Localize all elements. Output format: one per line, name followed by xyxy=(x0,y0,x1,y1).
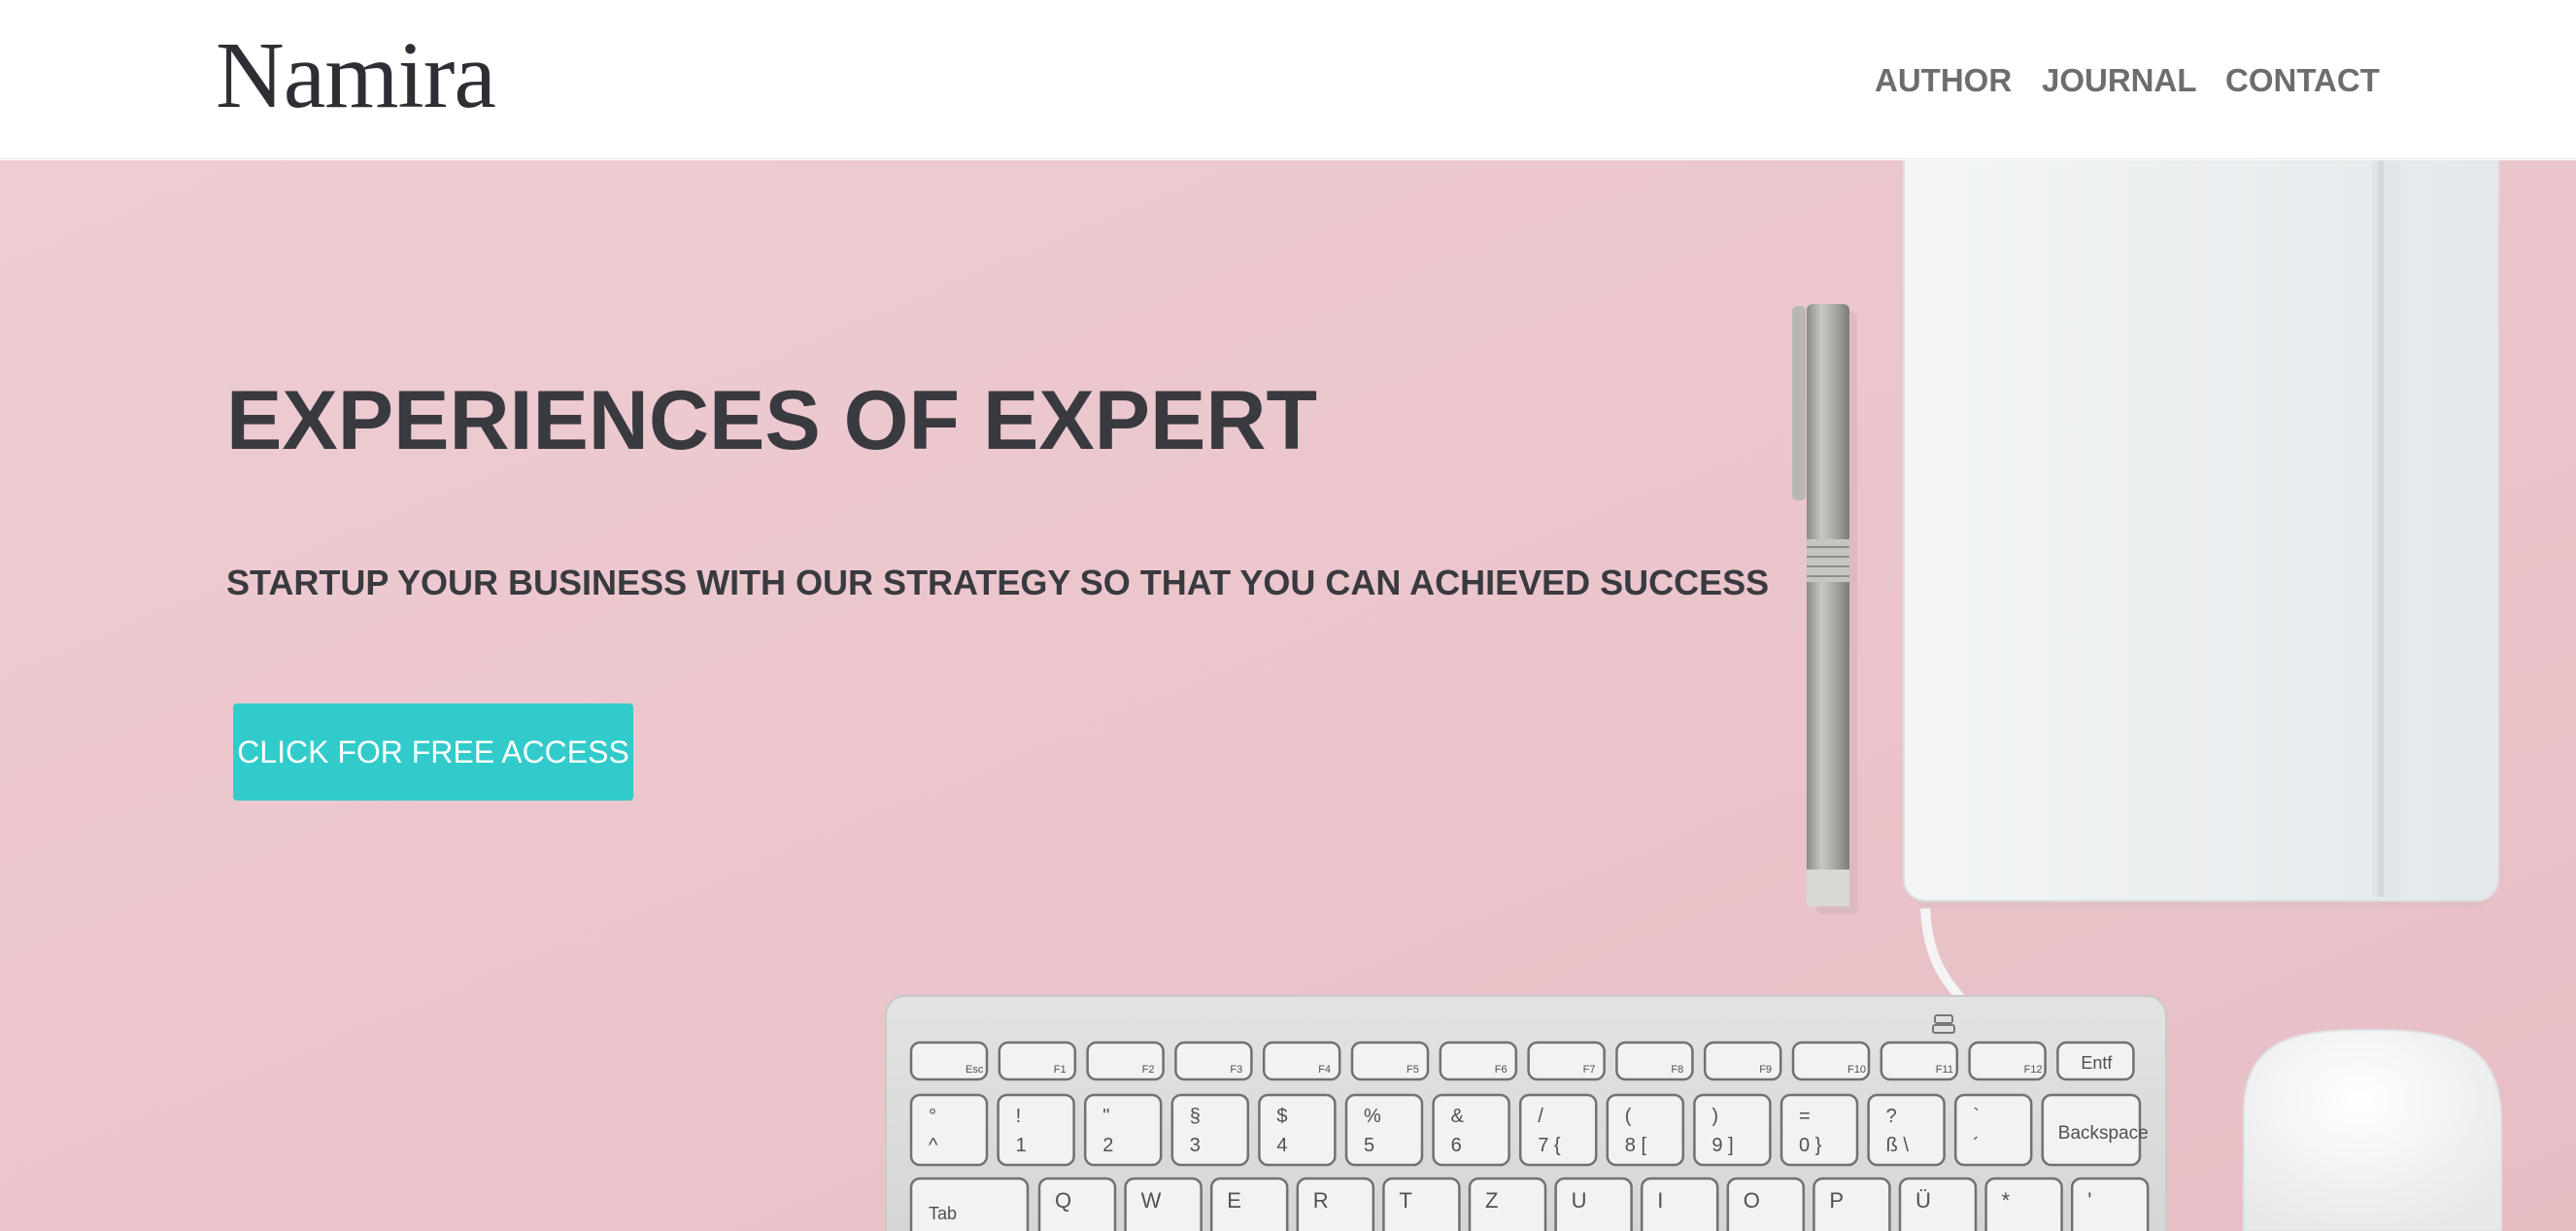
key-label: 3 xyxy=(1190,1135,1201,1156)
site-logo[interactable]: Namira xyxy=(216,17,496,134)
key-label: ^ xyxy=(929,1135,938,1156)
key-label: $ xyxy=(1276,1106,1287,1127)
key-label: ? xyxy=(1886,1106,1897,1127)
key-letter xyxy=(1554,1177,1633,1231)
key-number xyxy=(997,1093,1075,1167)
key-label: 4 xyxy=(1276,1135,1287,1156)
key-letter xyxy=(1726,1177,1806,1231)
key-label: 5 xyxy=(1364,1135,1374,1156)
hero-title: EXPERIENCES OF EXPERT xyxy=(226,374,1318,467)
free-access-button[interactable]: CLICK FOR FREE ACCESS xyxy=(233,703,633,801)
key-label: Ü xyxy=(1915,1188,1931,1213)
key-letter xyxy=(1037,1177,1117,1231)
key-number xyxy=(1083,1093,1163,1167)
nav-link-contact[interactable]: CONTACT xyxy=(2225,56,2380,105)
key-label: F4 xyxy=(1318,1064,1331,1076)
key-letter xyxy=(1382,1177,1461,1231)
mouse-illustration xyxy=(2243,1028,2502,1231)
key-label: ß \ xyxy=(1886,1135,1910,1156)
key-letter xyxy=(1640,1177,1719,1231)
key-label: F2 xyxy=(1142,1064,1155,1076)
hero-subtitle: STARTUP YOUR BUSINESS WITH OUR STRATEGY … xyxy=(226,563,1770,602)
hero-section: Esc F1 F2 F3 F4 F5 F6 F7 F8 F9 F10 F11 F12 Entf ° ^! 1 " 2… xyxy=(0,160,2576,1231)
key-label: F5 xyxy=(1407,1064,1419,1076)
key-label: F1 xyxy=(1054,1064,1067,1076)
key-label: Entf xyxy=(2081,1053,2113,1073)
key-number xyxy=(1432,1093,1510,1167)
key-number xyxy=(1953,1093,2033,1167)
key-label: Backspace xyxy=(2058,1123,2149,1144)
key-label: Tab xyxy=(929,1204,957,1223)
nav-link-journal[interactable]: JOURNAL xyxy=(2042,56,2197,105)
key-label: Q xyxy=(1055,1188,1071,1213)
key-label: T xyxy=(1399,1188,1411,1213)
key-label: E xyxy=(1227,1188,1241,1213)
key-letter xyxy=(1468,1177,1547,1231)
key-label: O xyxy=(1744,1188,1760,1213)
key-label: 7 { xyxy=(1538,1135,1561,1156)
key-label: 9 ] xyxy=(1712,1135,1733,1156)
key-label: P xyxy=(1829,1188,1844,1213)
key-letter xyxy=(2070,1177,2150,1231)
key-label: R xyxy=(1313,1188,1329,1213)
key-number xyxy=(1344,1093,1424,1167)
key-label: % xyxy=(1364,1106,1381,1127)
key-label: ) xyxy=(1712,1106,1718,1127)
key-label: 2 xyxy=(1102,1135,1113,1156)
key-label: F11 xyxy=(1936,1064,1953,1076)
key-number xyxy=(1258,1093,1337,1167)
key-label: U xyxy=(1572,1188,1587,1213)
hero-background-image: Esc F1 F2 F3 F4 F5 F6 F7 F8 F9 F10 F11 F12 Entf ° ^! 1 " 2… xyxy=(0,160,2576,1231)
notebook-illustration xyxy=(1903,160,2499,1001)
key-number xyxy=(909,1093,989,1167)
key-label: F6 xyxy=(1495,1064,1508,1076)
key-label: / xyxy=(1538,1106,1543,1127)
key-label: W xyxy=(1141,1188,1162,1213)
key-label: & xyxy=(1451,1106,1465,1127)
key-label: F8 xyxy=(1671,1064,1683,1076)
key-label: ' xyxy=(2087,1188,2091,1213)
key-label: 0 } xyxy=(1799,1135,1822,1156)
key-label: 1 xyxy=(1016,1135,1027,1156)
key-label: ´ xyxy=(1973,1135,1980,1156)
key-label: F7 xyxy=(1583,1064,1596,1076)
nav-link-author[interactable]: AUTHOR xyxy=(1875,56,2012,105)
key-label: 8 [ xyxy=(1625,1135,1647,1156)
key-label: § xyxy=(1190,1106,1201,1127)
key-label: F10 xyxy=(1847,1064,1866,1076)
key-label: " xyxy=(1102,1106,1109,1127)
key-letter xyxy=(1984,1177,2063,1231)
key-label: F9 xyxy=(1759,1064,1772,1076)
key-label: Esc xyxy=(966,1064,984,1076)
key-label: Z xyxy=(1485,1188,1498,1213)
key-label: = xyxy=(1799,1106,1811,1127)
key-letter xyxy=(1296,1177,1375,1231)
key-label: F12 xyxy=(2024,1064,2043,1076)
key-letter xyxy=(1898,1177,1978,1231)
key-label: ( xyxy=(1625,1106,1632,1127)
key-letter xyxy=(1209,1177,1289,1231)
key-number xyxy=(1170,1093,1250,1167)
key-label: ! xyxy=(1016,1106,1022,1127)
key-letter xyxy=(1124,1177,1203,1231)
key-label: ` xyxy=(1973,1106,1980,1127)
site-header: Namira AUTHOR JOURNAL CONTACT xyxy=(0,0,2576,159)
key-letter xyxy=(1813,1177,1891,1231)
key-label: ° xyxy=(929,1106,936,1127)
key-label: F3 xyxy=(1230,1064,1242,1076)
key-label: * xyxy=(2002,1188,2011,1213)
key-label: 6 xyxy=(1451,1135,1462,1156)
key-label: I xyxy=(1657,1188,1663,1213)
